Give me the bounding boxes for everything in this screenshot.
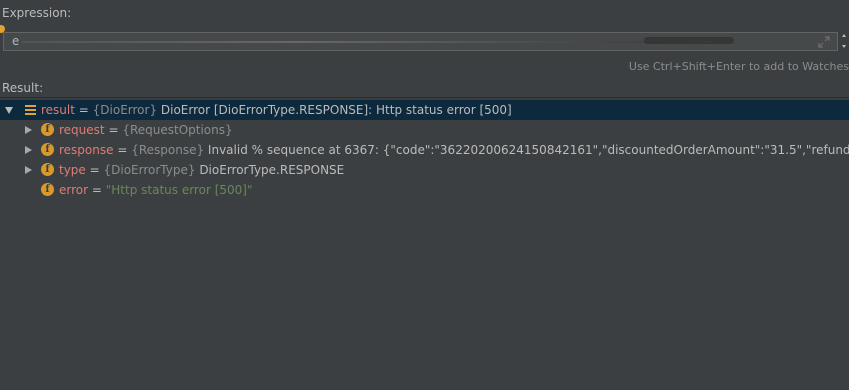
tree-row-type[interactable]: f type = {DioErrorType} DioErrorType.RES… xyxy=(0,160,849,180)
tree-row-error[interactable]: f error = "Http status error [500]" xyxy=(0,180,849,200)
expression-blurred-content-dark xyxy=(644,37,734,44)
var-value: DioError [DioErrorType.RESPONSE]: Http s… xyxy=(157,103,512,117)
var-name: result xyxy=(41,103,75,117)
field-icon: f xyxy=(41,123,54,136)
chevron-right-icon[interactable] xyxy=(25,126,32,134)
tree-row-result-text: result = {DioError} DioError [DioErrorTy… xyxy=(41,100,512,120)
tree-row-response-text: response = {Response} Invalid % sequence… xyxy=(59,140,849,160)
dropdown-arrow-icon[interactable] xyxy=(839,34,849,48)
equals-sign: = xyxy=(88,183,106,197)
var-value: "Http status error [500]" xyxy=(105,183,253,197)
var-type: {DioError} xyxy=(92,103,158,117)
chevron-down-icon[interactable] xyxy=(5,107,13,114)
watches-hint: Use Ctrl+Shift+Enter to add to Watches xyxy=(628,60,849,73)
expression-input-text[interactable]: e xyxy=(12,34,19,48)
equals-sign: = xyxy=(74,103,93,117)
tree-row-request[interactable]: f request = {RequestOptions} xyxy=(0,120,849,140)
field-icon: f xyxy=(41,163,54,176)
equals-sign: = xyxy=(85,163,104,177)
result-tree: result = {DioError} DioError [DioErrorTy… xyxy=(0,97,849,390)
expression-input[interactable]: e xyxy=(3,32,838,51)
tree-row-error-text: error = "Http status error [500]" xyxy=(59,180,252,200)
var-name: error xyxy=(59,183,89,197)
expression-blurred-content xyxy=(22,41,712,43)
expression-label: Expression: xyxy=(2,6,72,20)
tree-row-type-text: type = {DioErrorType} DioErrorType.RESPO… xyxy=(59,160,344,180)
expand-icon[interactable] xyxy=(817,35,831,49)
evaluate-expression-dialog: Expression: e Use Ctrl+Shift+Enter to ad… xyxy=(0,0,849,390)
var-value: DioErrorType.RESPONSE xyxy=(195,163,345,177)
field-icon: f xyxy=(41,143,54,156)
tree-row-result[interactable]: result = {DioError} DioError [DioErrorTy… xyxy=(0,100,849,120)
var-type: {DioErrorType} xyxy=(103,163,196,177)
var-type: {Response} xyxy=(131,143,205,157)
field-icon: f xyxy=(41,183,54,196)
var-name: type xyxy=(59,163,86,177)
var-name: response xyxy=(59,143,114,157)
result-label: Result: xyxy=(2,81,44,95)
tree-row-response[interactable]: f response = {Response} Invalid % sequen… xyxy=(0,140,849,160)
equals-sign: = xyxy=(113,143,132,157)
chevron-right-icon[interactable] xyxy=(25,146,32,154)
tree-row-request-text: request = {RequestOptions} xyxy=(59,120,233,140)
var-name: request xyxy=(59,123,105,137)
var-type: {RequestOptions} xyxy=(122,123,233,137)
list-icon xyxy=(25,105,36,115)
var-value: Invalid % sequence at 6367: {"code":"362… xyxy=(207,143,849,157)
equals-sign: = xyxy=(104,123,123,137)
chevron-right-icon[interactable] xyxy=(25,166,32,174)
